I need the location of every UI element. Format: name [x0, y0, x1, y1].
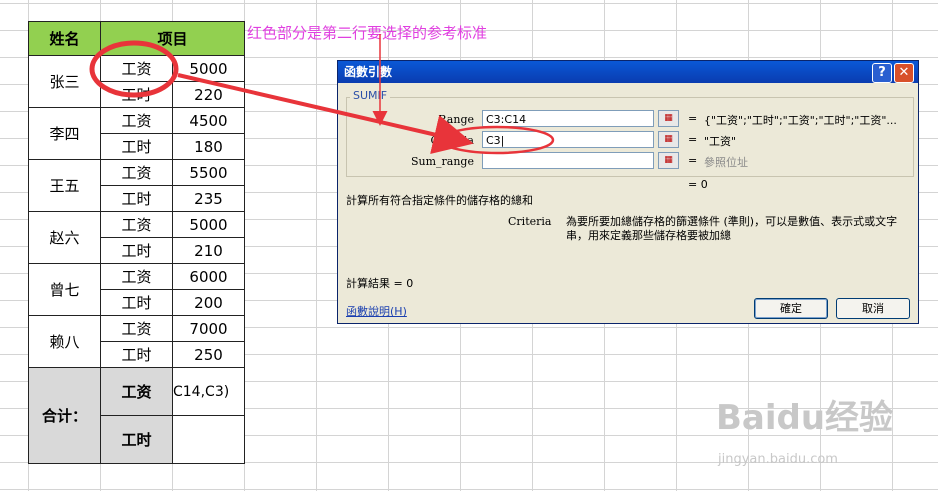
baidu-watermark: Baidu经验	[716, 398, 894, 438]
arrow-to-criteria	[177, 73, 474, 155]
highlight-circle-cell	[89, 40, 179, 98]
watermark-url: jingyan.baidu.com	[718, 452, 838, 467]
